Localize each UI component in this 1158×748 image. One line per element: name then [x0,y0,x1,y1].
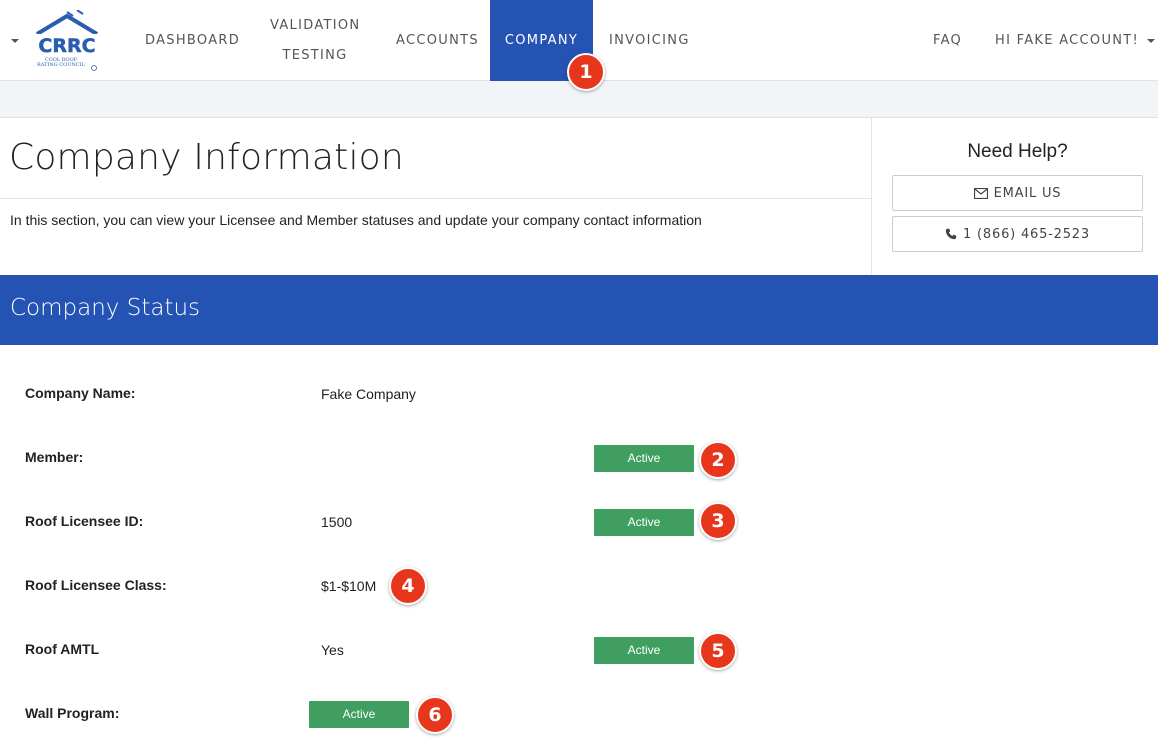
nav-validation-line1: VALIDATION [270,18,361,33]
roof-licensee-id-value: 1500 [321,514,353,530]
phone-button[interactable]: 1 (866) 465-2523 [892,216,1143,252]
member-label: Member: [25,449,84,465]
nav-company-label: COMPANY [504,33,579,48]
nav-invoicing[interactable]: INVOICING [609,26,690,56]
crrc-logo[interactable]: CRRC COOL ROOF RATING COUNCIL [33,9,101,72]
envelope-icon [973,187,988,199]
callout-badge: 6 [416,696,454,734]
callout-badge: 5 [699,632,737,670]
nav-validation-testing[interactable]: VALIDATION TESTING [270,11,360,71]
page-title: Company Information [9,137,404,178]
title-divider [0,198,871,199]
roof-licensee-id-label: Roof Licensee ID: [25,513,144,529]
svg-text:CRRC: CRRC [38,35,95,57]
phone-icon [945,228,957,240]
company-status-title: Company Status [10,295,201,321]
roof-amtl-label: Roof AMTL [25,641,100,657]
phone-label: 1 (866) 465-2523 [963,226,1090,242]
roof-amtl-value: Yes [321,642,344,658]
help-divider [871,118,872,275]
roof-amtl-status-badge: Active [594,637,694,664]
wall-program-label: Wall Program: [25,705,120,721]
nav-validation-line2: TESTING [282,48,348,63]
roof-licensee-status-badge: Active [594,509,694,536]
menu-caret-icon[interactable] [11,39,19,43]
roof-licensee-class-value: $1-$10M [321,578,377,594]
svg-text:RATING COUNCIL: RATING COUNCIL [37,62,86,68]
callout-badge: 3 [699,502,737,540]
callout-badge: 4 [389,567,427,605]
email-us-button[interactable]: EMAIL US [892,175,1143,211]
intro-text: In this section, you can view your Licen… [10,212,702,228]
member-status-badge: Active [594,445,694,472]
user-greeting: HI FAKE ACCOUNT! [995,33,1140,48]
nav-accounts[interactable]: ACCOUNTS [396,26,479,56]
callout-badge: 1 [567,53,605,91]
nav-faq[interactable]: FAQ [933,26,962,56]
user-caret-icon [1147,38,1156,43]
company-status-banner: Company Status [0,275,1158,345]
nav-dashboard[interactable]: DASHBOARD [145,26,240,56]
help-title: Need Help? [967,141,1068,162]
company-name-value: Fake Company [321,386,416,402]
wall-program-status-badge: Active [309,701,409,728]
email-us-label: EMAIL US [993,185,1062,201]
roof-licensee-class-label: Roof Licensee Class: [25,577,167,593]
company-name-label: Company Name: [25,385,136,401]
callout-badge: 2 [699,441,737,479]
user-menu[interactable]: HI FAKE ACCOUNT! [995,26,1156,56]
